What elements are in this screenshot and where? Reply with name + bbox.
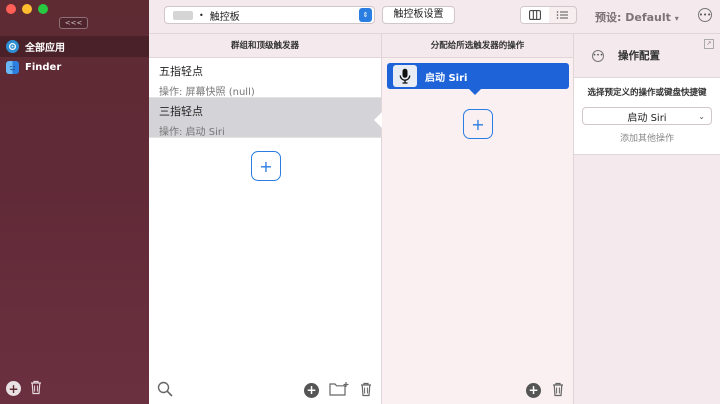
trash-icon[interactable]	[359, 381, 373, 400]
config-prompt: 选择预定义的操作或键盘快捷键	[587, 88, 707, 98]
more-options-icon[interactable]: •••	[592, 49, 604, 62]
add-trigger-footer-button[interactable]: +	[304, 382, 319, 398]
sidebar-item-finder[interactable]: Finder	[0, 57, 149, 78]
toolbar: • 触控板 ⇕ 触控板设置 预设: Default ▾ •••	[149, 0, 720, 34]
view-mode-control	[520, 6, 577, 24]
action-label: 启动 Siri	[425, 72, 468, 84]
close-window-button[interactable]	[6, 4, 16, 14]
trash-icon[interactable]	[551, 381, 565, 400]
new-folder-icon[interactable]	[329, 381, 349, 400]
actions-panel: 分配给所选触发器的操作 启动 Siri + +	[382, 34, 574, 404]
sidebar: <<< 全部应用 Finder +	[0, 0, 149, 404]
trigger-name: 三指轻点	[159, 105, 203, 118]
microphone-icon	[393, 65, 417, 87]
predefined-action-value: 启动 Siri	[627, 112, 667, 124]
triggers-panel: 群组和顶级触发器 五指轻点 操作: 屏幕快照 (null) 三指轻点 操作: 启…	[149, 34, 382, 404]
triggers-footer: +	[149, 376, 381, 404]
more-options-icon[interactable]: •••	[698, 8, 712, 22]
actions-footer: +	[382, 376, 573, 404]
collapse-sidebar-button[interactable]: <<<	[59, 17, 88, 29]
window-controls	[6, 4, 48, 14]
config-header: ••• 操作配置 ↗	[574, 34, 720, 78]
actions-header: 分配给所选触发器的操作	[382, 34, 573, 58]
up-down-stepper-icon: ⇕	[359, 8, 372, 22]
trigger-name: 五指轻点	[159, 65, 203, 78]
config-body: 选择预定义的操作或键盘快捷键 启动 Siri ⌄ 添加其他操作	[574, 78, 720, 155]
sidebar-item-label: 全部应用	[25, 43, 65, 54]
sidebar-item-label: Finder	[25, 62, 62, 73]
action-card-launch-siri[interactable]: 启动 Siri	[387, 63, 569, 95]
chevron-down-icon: ⌄	[698, 111, 705, 121]
sidebar-item-all-apps[interactable]: 全部应用	[0, 36, 149, 57]
finder-icon	[6, 61, 19, 74]
add-action-footer-button[interactable]: +	[526, 382, 541, 398]
list-view-button[interactable]	[549, 7, 577, 23]
preset-selector[interactable]: 预设: Default ▾	[595, 9, 679, 25]
trigger-row-selected[interactable]: 三指轻点 操作: 启动 Siri	[149, 98, 382, 138]
trigger-action: 操作: 屏幕快照 (null)	[159, 87, 255, 98]
search-icon[interactable]	[157, 381, 173, 400]
app-window: <<< 全部应用 Finder + • 触控板 ⇕ 触控板设置 预设: Defa…	[0, 0, 720, 404]
bullet-icon: •	[199, 10, 204, 20]
add-action-button[interactable]: +	[463, 109, 493, 139]
device-select-label: 触控板	[209, 11, 240, 23]
trackpad-icon	[173, 10, 193, 20]
add-app-button[interactable]: +	[6, 381, 21, 396]
column-view-button[interactable]	[521, 7, 549, 23]
predefined-action-select[interactable]: 启动 Siri ⌄	[582, 107, 712, 125]
device-select[interactable]: • 触控板 ⇕	[164, 6, 375, 24]
config-title: 操作配置	[618, 50, 660, 62]
list-icon	[556, 11, 569, 19]
chevron-down-icon: ▾	[674, 14, 679, 23]
all-apps-icon	[6, 40, 19, 53]
triggers-header: 群组和顶级触发器	[149, 34, 381, 58]
external-window-icon[interactable]: ↗	[704, 39, 714, 49]
action-config-panel: ••• 操作配置 ↗ 选择预定义的操作或键盘快捷键 启动 Siri ⌄ 添加其他…	[574, 34, 720, 404]
trackpad-settings-button[interactable]: 触控板设置	[382, 6, 455, 24]
trigger-row[interactable]: 五指轻点 操作: 屏幕快照 (null)	[149, 58, 381, 98]
minimize-window-button[interactable]	[22, 4, 32, 14]
columns-icon	[528, 10, 541, 20]
preset-label: 预设: Default	[595, 11, 671, 24]
trash-icon[interactable]	[29, 379, 43, 398]
sidebar-footer: +	[6, 379, 43, 398]
zoom-window-button[interactable]	[38, 4, 48, 14]
trigger-action: 操作: 启动 Siri	[159, 127, 225, 138]
add-trigger-button[interactable]: +	[251, 151, 281, 181]
add-other-action-link[interactable]: 添加其他操作	[582, 131, 712, 144]
